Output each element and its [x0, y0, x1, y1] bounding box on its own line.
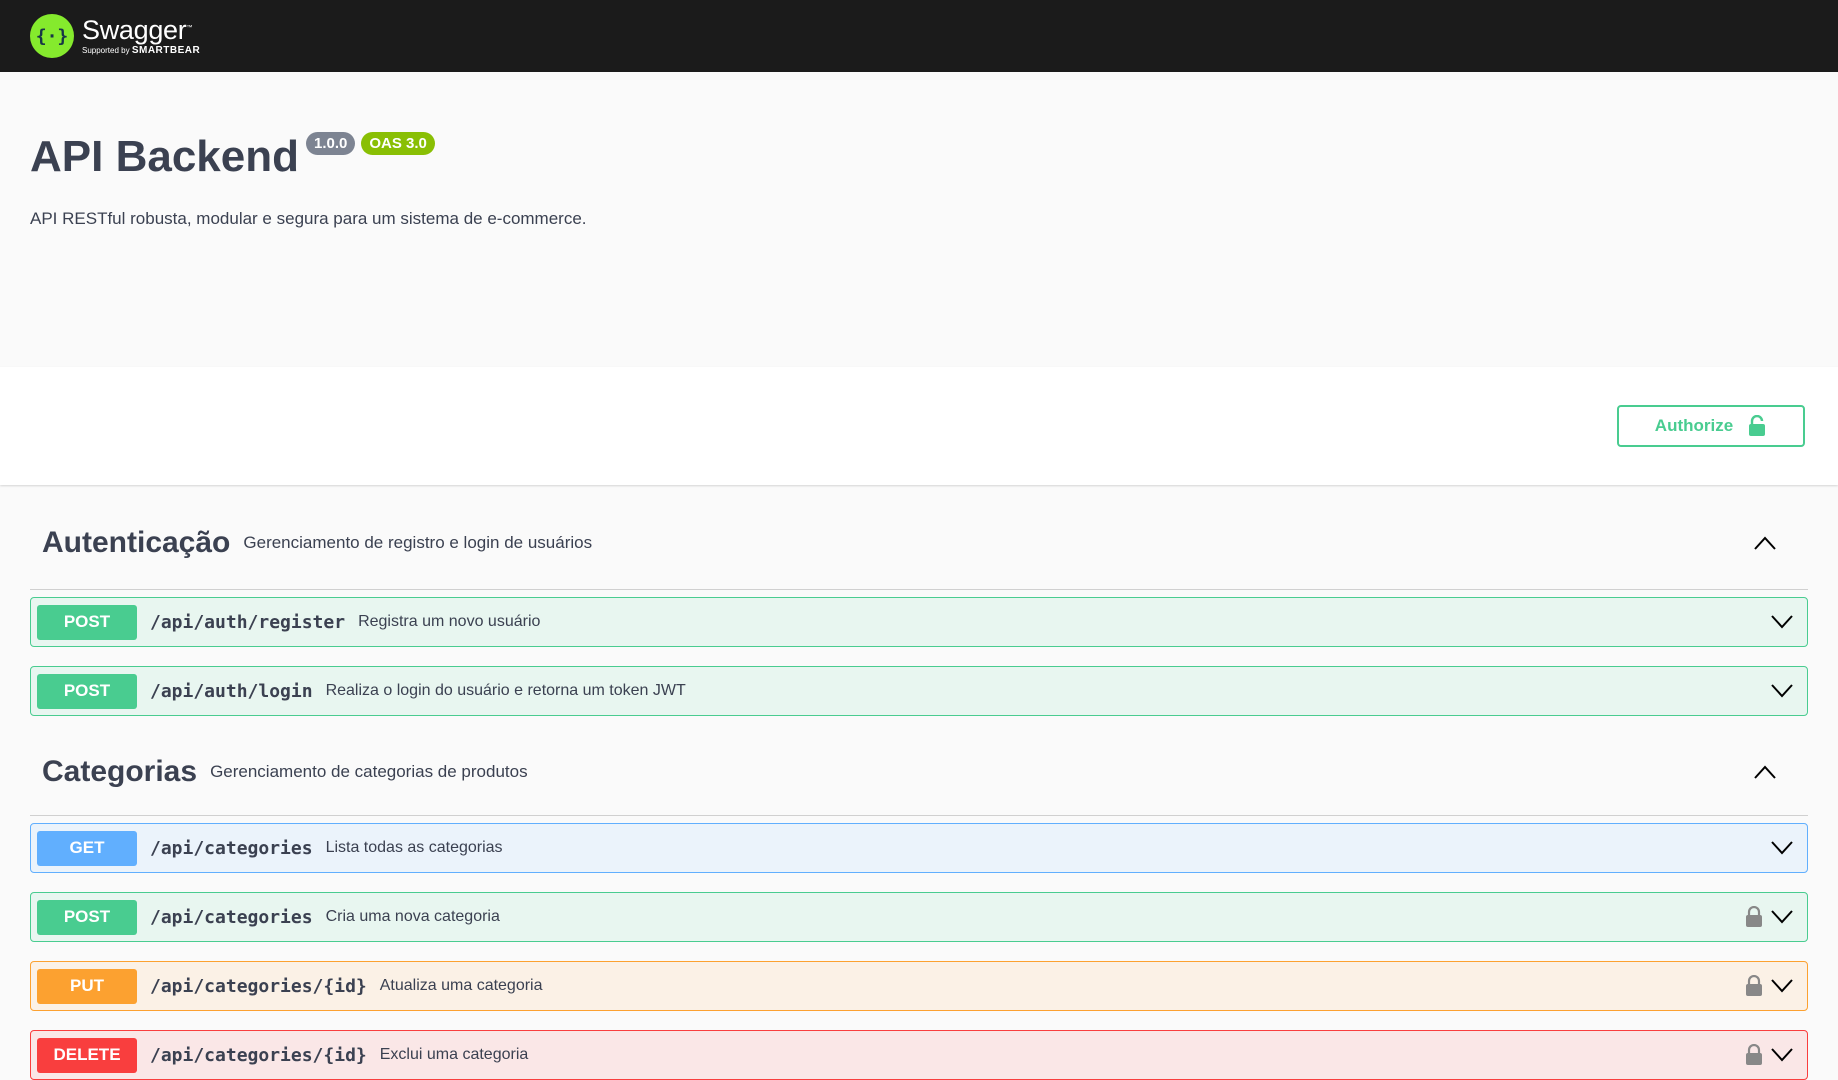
operation-summary: Lista todas as categorias: [325, 839, 503, 856]
unlock-icon: [1749, 415, 1766, 436]
top-bar: {·} Swagger™ Supported by SMARTBEAR: [0, 0, 1838, 72]
oas-badge: OAS 3.0: [361, 132, 435, 155]
operation-put-category[interactable]: PUT /api/categories/{id} Atualiza uma ca…: [30, 961, 1808, 1011]
operation-path: /api/categories/{id}: [150, 1044, 367, 1066]
chevron-down-icon[interactable]: [1771, 615, 1793, 629]
lock-icon[interactable]: [1745, 1044, 1763, 1066]
operation-post-auth-register[interactable]: POST /api/auth/register Registra um novo…: [30, 597, 1808, 647]
tag-header-categorias[interactable]: Categorias Gerenciamento de categorias d…: [30, 716, 1808, 816]
operation-path: /api/categories/{id}: [150, 975, 367, 997]
api-info: API Backend 1.0.0 OAS 3.0 API RESTful ro…: [0, 72, 1838, 367]
operation-path: /api/categories: [150, 906, 313, 928]
operation-summary: Cria uma nova categoria: [325, 908, 500, 925]
operation-get-categories[interactable]: GET /api/categories Lista todas as categ…: [30, 823, 1808, 873]
operation-summary: Exclui uma categoria: [379, 1046, 529, 1063]
authorize-label: Authorize: [1654, 416, 1734, 435]
method-badge: POST: [37, 673, 137, 709]
operation-post-categories[interactable]: POST /api/categories Cria uma nova categ…: [30, 892, 1808, 942]
operation-delete-category[interactable]: DELETE /api/categories/{id} Exclui uma c…: [30, 1030, 1808, 1080]
lock-icon[interactable]: [1745, 906, 1763, 928]
tag-header-autenticacao[interactable]: Autenticação Gerenciamento de registro e…: [30, 485, 1808, 590]
chevron-down-icon[interactable]: [1771, 684, 1793, 698]
tag-name: Autenticação: [42, 526, 231, 559]
logo-supported-by: Supported by: [82, 45, 130, 55]
chevron-up-icon[interactable]: [1754, 536, 1776, 550]
operation-summary: Atualiza uma categoria: [379, 977, 543, 994]
operation-post-auth-login[interactable]: POST /api/auth/login Realiza o login do …: [30, 666, 1808, 716]
chevron-down-icon[interactable]: [1771, 1048, 1793, 1062]
method-badge: POST: [37, 604, 137, 640]
lock-icon[interactable]: [1745, 975, 1763, 997]
logo-name: Swagger: [82, 14, 187, 45]
swagger-logo-icon: {·}: [30, 14, 74, 58]
tag-name: Categorias: [42, 754, 198, 788]
chevron-down-icon[interactable]: [1771, 841, 1793, 855]
version-badge: 1.0.0: [305, 132, 356, 155]
operations-container: Autenticação Gerenciamento de registro e…: [0, 485, 1838, 1080]
operation-path: /api/auth/register: [150, 611, 346, 633]
method-badge: GET: [37, 830, 137, 866]
chevron-down-icon[interactable]: [1771, 910, 1793, 924]
authorize-button[interactable]: Authorize: [1617, 405, 1805, 447]
page-title: API Backend: [30, 132, 299, 181]
swagger-logo[interactable]: {·} Swagger™ Supported by SMARTBEAR: [30, 14, 200, 58]
scheme-container: Authorize: [0, 367, 1838, 485]
operation-summary: Registra um novo usuário: [358, 613, 541, 630]
method-badge: DELETE: [37, 1037, 137, 1073]
logo-company: SMARTBEAR: [131, 44, 201, 56]
chevron-down-icon[interactable]: [1771, 979, 1793, 993]
svg-text:{·}: {·}: [37, 26, 67, 47]
tag-description: Gerenciamento de categorias de produtos: [210, 761, 528, 781]
operation-path: /api/auth/login: [150, 680, 313, 702]
api-description: API RESTful robusta, modular e segura pa…: [30, 209, 587, 228]
tag-description: Gerenciamento de registro e login de usu…: [243, 533, 593, 552]
method-badge: PUT: [37, 968, 137, 1004]
chevron-up-icon[interactable]: [1754, 765, 1776, 779]
operation-path: /api/categories: [150, 837, 313, 859]
operation-summary: Realiza o login do usuário e retorna um …: [325, 682, 686, 699]
method-badge: POST: [37, 899, 137, 935]
